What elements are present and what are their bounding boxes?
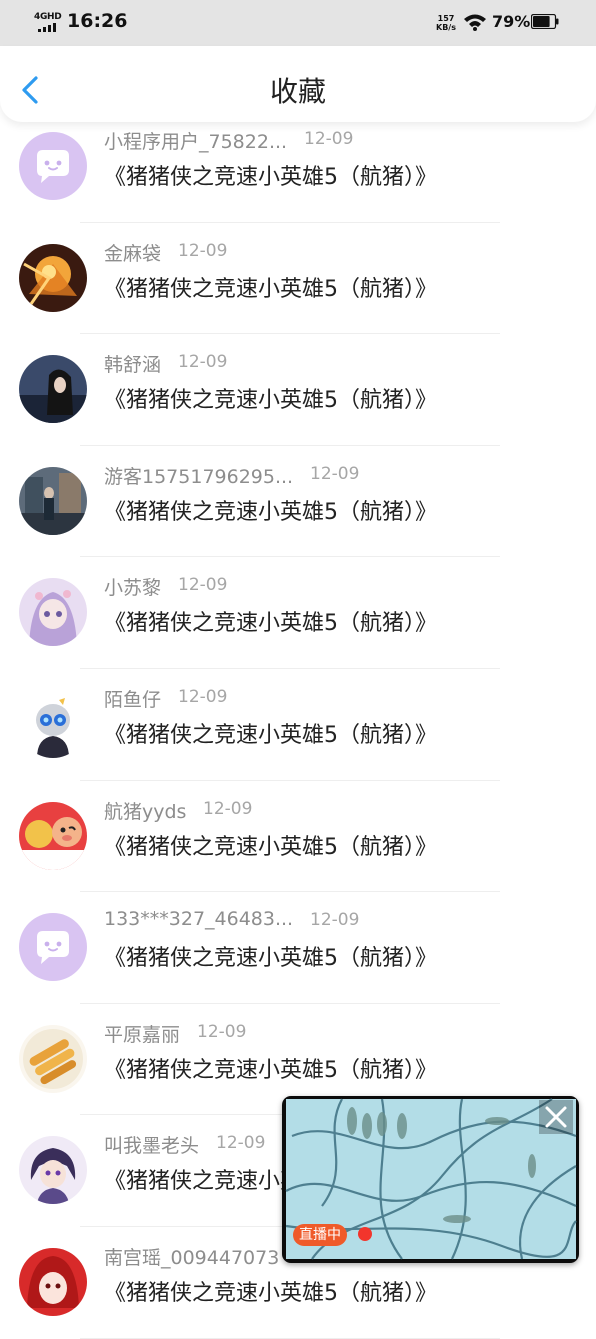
content-title[interactable]: 《猪猪侠之竞速小英雄5（航猪）》 [104, 940, 437, 972]
content-title[interactable]: 《猪猪侠之竞速小英雄5（航猪）》 [104, 159, 437, 191]
wifi-icon [464, 14, 486, 31]
avatar[interactable] [19, 132, 87, 200]
user-name: 小苏黎 [104, 577, 162, 600]
content-title[interactable]: 《猪猪侠之竞速小英雄5（航猪）》 [104, 1052, 437, 1084]
avatar[interactable] [19, 466, 87, 535]
page-title: 收藏 [269, 75, 326, 108]
favorite-item[interactable]: 航猪yyds 12-09 《猪猪侠之竞速小英雄5（航猪）》 [0, 781, 596, 893]
user-name: 陌鱼仔 [104, 688, 162, 711]
avatar[interactable] [19, 801, 87, 870]
avatar[interactable] [19, 913, 87, 982]
user-name: 133***327_46483... [104, 908, 294, 931]
user-name: 韩舒涵 [104, 354, 162, 377]
favorite-item[interactable]: 小苏黎 12-09 《猪猪侠之竞速小英雄5（航猪）》 [0, 557, 596, 669]
user-name: 叫我墨老头 [104, 1135, 200, 1158]
user-name: 平原嘉丽 [104, 1023, 181, 1046]
avatar[interactable] [19, 243, 87, 312]
favorite-date: 12-09 [310, 910, 360, 931]
favorite-date: 12-09 [178, 240, 228, 261]
favorite-date: 12-09 [216, 1133, 266, 1154]
divider [80, 1337, 500, 1339]
user-name: 南宫瑶_009447073 [104, 1246, 280, 1269]
favorite-item[interactable]: 133***327_46483... 12-09 《猪猪侠之竞速小英雄5（航猪）》 [0, 892, 596, 1004]
user-name: 小程序用户_75822... [104, 131, 288, 153]
live-video-window[interactable]: 直播中 [282, 1096, 579, 1263]
favorite-date: 12-09 [197, 1021, 247, 1042]
avatar[interactable] [19, 355, 87, 424]
avatar[interactable] [19, 689, 87, 758]
network-type: 4GHD [34, 12, 62, 22]
content-title[interactable]: 《猪猪侠之竞速小英雄5（航猪）》 [104, 382, 437, 414]
user-name: 航猪yyds [104, 800, 187, 823]
content-title[interactable]: 《猪猪侠之竞速小英雄5（航猪）》 [104, 717, 437, 749]
avatar[interactable] [19, 1136, 87, 1205]
live-badge: 直播中 [293, 1224, 347, 1246]
favorite-item[interactable]: 游客15751796295... 12-09 《猪猪侠之竞速小英雄5（航猪）》 [0, 446, 596, 558]
favorite-item[interactable]: 陌鱼仔 12-09 《猪猪侠之竞速小英雄5（航猪）》 [0, 669, 596, 781]
avatar[interactable] [19, 1247, 87, 1316]
favorite-item[interactable]: 韩舒涵 12-09 《猪猪侠之竞速小英雄5（航猪）》 [0, 334, 596, 446]
avatar[interactable] [19, 578, 87, 647]
battery-icon [531, 14, 559, 29]
content-title[interactable]: 《猪猪侠之竞速小英雄5（航猪）》 [104, 271, 437, 303]
nav-bar: 收藏 [0, 46, 596, 122]
user-name: 游客15751796295... [104, 465, 294, 488]
favorite-date: 12-09 [203, 798, 253, 819]
favorite-item[interactable]: 小程序用户_75822... 12-09 《猪猪侠之竞速小英雄5（航猪）》 [0, 111, 596, 223]
user-name: 金麻袋 [104, 242, 162, 265]
close-icon[interactable] [539, 1100, 573, 1134]
speed-unit: KB/s [436, 23, 456, 32]
speed-value: 157 [437, 14, 455, 23]
battery-percent: 79% [492, 12, 531, 31]
favorite-date: 12-09 [304, 129, 354, 149]
status-bar: 4GHD 16:26 157 KB/s 79% [0, 0, 596, 46]
favorite-item[interactable]: 金麻袋 12-09 《猪猪侠之竞速小英雄5（航猪）》 [0, 223, 596, 335]
avatar[interactable] [19, 1024, 87, 1093]
content-title[interactable]: 《猪猪侠之竞速小英雄5（航猪）》 [104, 494, 437, 526]
favorite-date: 12-09 [178, 686, 228, 707]
content-title[interactable]: 《猪猪侠之竞速小英雄5（航猪）》 [104, 829, 437, 861]
signal-icon: 4GHD [34, 12, 62, 33]
favorite-date: 12-09 [178, 575, 228, 596]
clock: 16:26 [67, 10, 128, 32]
content-title[interactable]: 《猪猪侠之竞速小英雄5（航猪）》 [104, 605, 437, 637]
favorite-date: 12-09 [310, 463, 360, 484]
network-speed: 157 KB/s [436, 14, 456, 32]
live-indicator-dot [358, 1227, 372, 1241]
favorite-date: 12-09 [178, 352, 228, 373]
